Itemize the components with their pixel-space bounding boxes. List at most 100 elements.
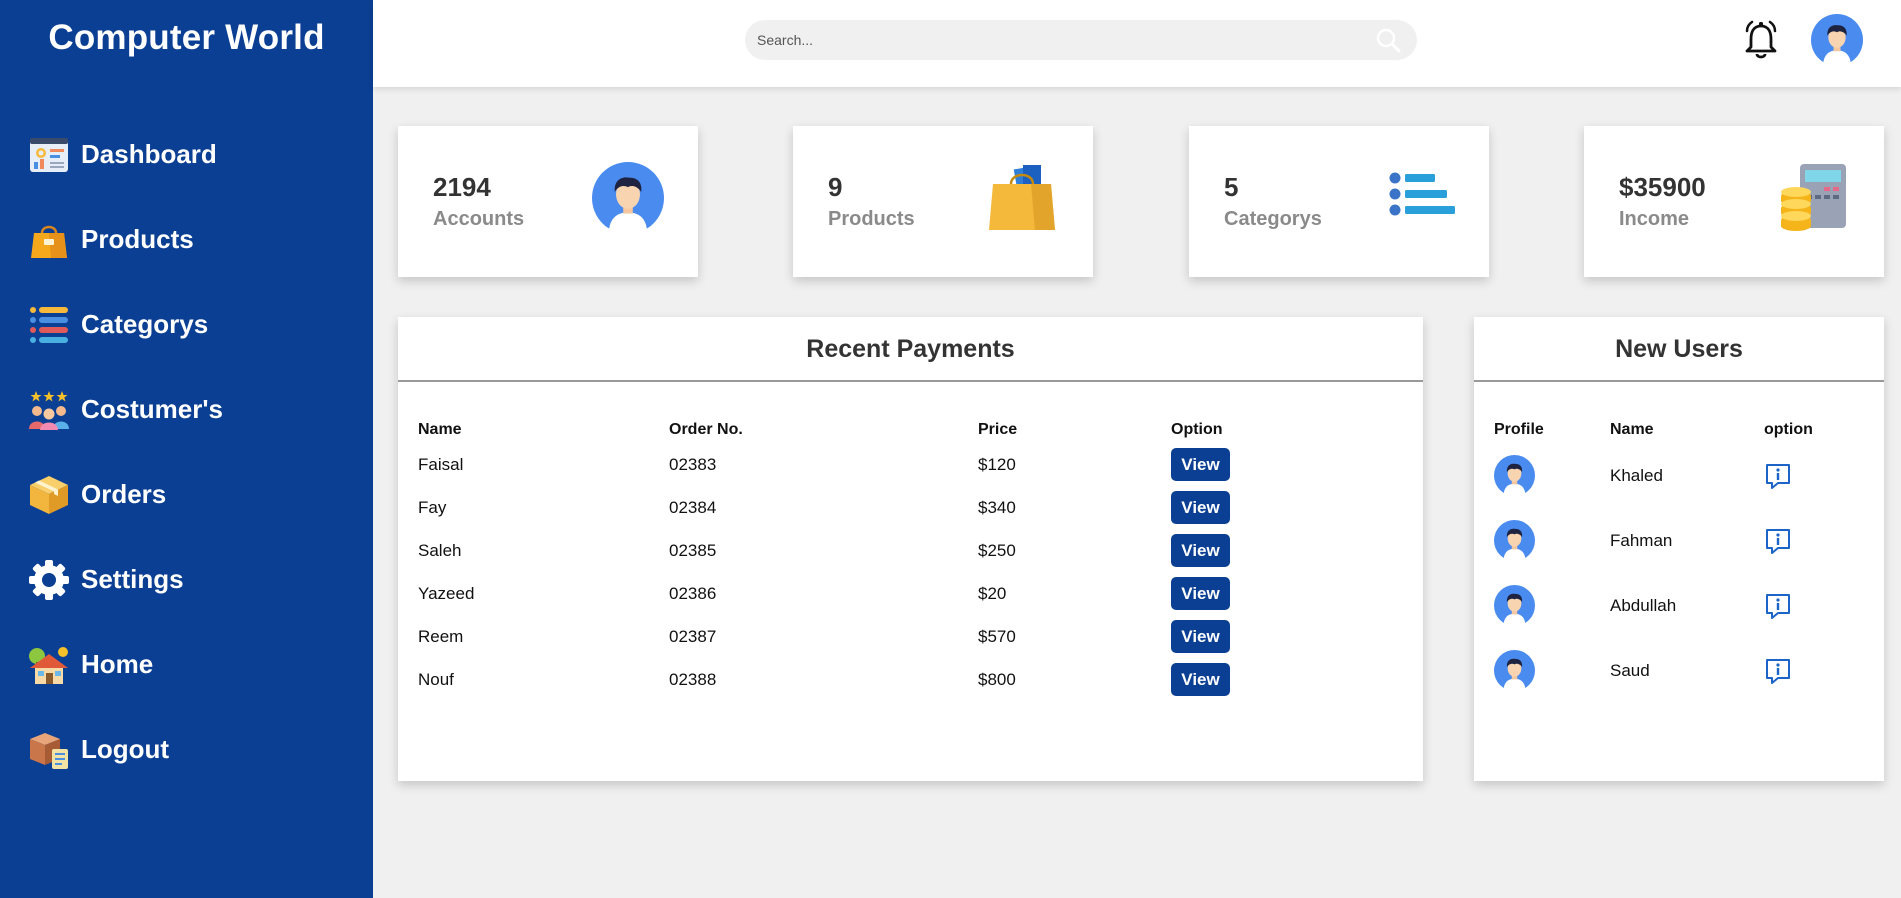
table-row: Faisal 02383 $120 View [418, 443, 1321, 486]
view-button[interactable]: View [1171, 577, 1230, 610]
sidebar-item-label: Settings [81, 564, 184, 594]
stat-card-categorys: 5 Categorys [1189, 126, 1489, 277]
gear-icon [29, 559, 69, 600]
table-row: Fay 02384 $340 View [418, 486, 1321, 529]
cell-order: 02385 [669, 540, 717, 560]
sidebar-item-label: Dashboard [81, 139, 217, 169]
user-avatar-icon [592, 162, 664, 234]
cell-name: Reem [418, 626, 464, 646]
stat-value: 2194 [433, 172, 491, 202]
table-row: Abdullah [1494, 573, 1854, 638]
cell-price: $120 [978, 454, 1016, 474]
sidebar-item-label: Costumer's [81, 394, 223, 424]
cell-order: 02384 [669, 497, 717, 517]
user-avatar [1494, 650, 1535, 691]
cell-name: Abdullah [1610, 595, 1677, 615]
cell-name: Fahman [1610, 530, 1673, 550]
info-icon[interactable] [1764, 592, 1792, 620]
column-header: Price [978, 421, 1018, 438]
cell-price: $20 [978, 583, 1007, 603]
cell-order: 02386 [669, 583, 717, 603]
view-button[interactable]: View [1171, 620, 1230, 653]
view-button[interactable]: View [1171, 663, 1230, 696]
table-header-row: Profile Name option [1494, 403, 1854, 443]
table-row: Fahman [1494, 508, 1854, 573]
list-icon [30, 306, 68, 343]
new-users-panel: New Users Profile Name option Khaled Fah… [1474, 317, 1884, 781]
view-button[interactable]: View [1171, 448, 1230, 481]
table-row: Reem 02387 $570 View [418, 615, 1321, 658]
search-input[interactable] [745, 20, 1365, 60]
table-row: Yazeed 02386 $20 View [418, 572, 1321, 615]
cell-name: Saud [1610, 660, 1650, 680]
sidebar-item-dashboard[interactable]: Dashboard [0, 112, 373, 197]
sidebar-item-categorys[interactable]: Categorys [0, 282, 373, 367]
box-icon [30, 475, 68, 514]
stat-label: Categorys [1224, 208, 1322, 230]
sidebar-item-products[interactable]: Products [0, 197, 373, 282]
sidebar-item-home[interactable]: Home [0, 622, 373, 707]
cell-price: $570 [978, 626, 1016, 646]
sidebar-item-label: Logout [81, 734, 170, 764]
cell-price: $800 [978, 669, 1016, 689]
shopping-bag-icon [989, 165, 1055, 230]
sidebar-item-orders[interactable]: Orders [0, 452, 373, 537]
view-button[interactable]: View [1171, 491, 1230, 524]
cell-order: 02387 [669, 626, 717, 646]
cell-price: $250 [978, 540, 1016, 560]
column-header: Order No. [669, 421, 743, 438]
sidebar-item-costumers[interactable]: Costumer's [0, 367, 373, 452]
cell-order: 02383 [669, 454, 717, 474]
payments-table: Name Order No. Price Option Faisal 02383… [418, 403, 1321, 701]
stat-label: Products [828, 208, 915, 230]
info-icon[interactable] [1764, 657, 1792, 685]
cell-name: Faisal [418, 454, 464, 474]
bell-icon[interactable] [1742, 20, 1780, 60]
panel-title: New Users [1474, 317, 1884, 382]
logout-box-icon [30, 732, 68, 769]
search-bar [745, 20, 1417, 60]
user-avatar [1494, 520, 1535, 561]
sidebar-item-settings[interactable]: Settings [0, 537, 373, 622]
stat-label: Income [1619, 208, 1690, 230]
sidebar-item-label: Categorys [81, 309, 209, 339]
customers-icon [29, 390, 69, 430]
column-header: Option [1171, 421, 1223, 438]
dashboard-icon [30, 137, 68, 172]
stat-value: 5 [1224, 172, 1239, 202]
cell-name: Yazeed [418, 583, 475, 603]
cell-name: Saleh [418, 540, 462, 560]
search-icon[interactable] [1375, 27, 1401, 53]
house-icon [29, 646, 68, 684]
sidebar-item-logout[interactable]: Logout [0, 707, 373, 792]
stat-card-income: $35900 Income [1584, 126, 1884, 277]
sidebar-item-label: Products [81, 224, 194, 254]
recent-payments-panel: Recent Payments Name Order No. Price Opt… [398, 317, 1423, 781]
user-avatar [1494, 455, 1535, 496]
column-header: option [1764, 421, 1813, 438]
column-header: Name [1610, 421, 1654, 438]
sidebar-item-label: Orders [81, 479, 167, 509]
table-row: Khaled [1494, 443, 1854, 508]
cell-name: Khaled [1610, 465, 1663, 485]
list-icon [1389, 172, 1455, 216]
view-button[interactable]: View [1171, 534, 1230, 567]
user-avatar[interactable] [1811, 14, 1863, 66]
shopping-bag-icon [31, 225, 67, 258]
cell-name: Nouf [418, 669, 454, 689]
cell-name: Fay [418, 497, 447, 517]
cell-price: $340 [978, 497, 1016, 517]
cell-order: 02388 [669, 669, 717, 689]
sidebar-item-label: Home [81, 649, 154, 679]
top-bar [373, 0, 1901, 87]
stat-label: Accounts [433, 208, 525, 230]
table-row: Saleh 02385 $250 View [418, 529, 1321, 572]
user-avatar [1494, 585, 1535, 626]
table-header-row: Name Order No. Price Option [418, 403, 1321, 443]
stat-card-accounts: 2194 Accounts [398, 126, 698, 277]
info-icon[interactable] [1764, 527, 1792, 555]
stat-value: $35900 [1619, 172, 1706, 202]
info-icon[interactable] [1764, 462, 1792, 490]
column-header: Profile [1494, 421, 1544, 438]
table-row: Saud [1494, 638, 1854, 703]
